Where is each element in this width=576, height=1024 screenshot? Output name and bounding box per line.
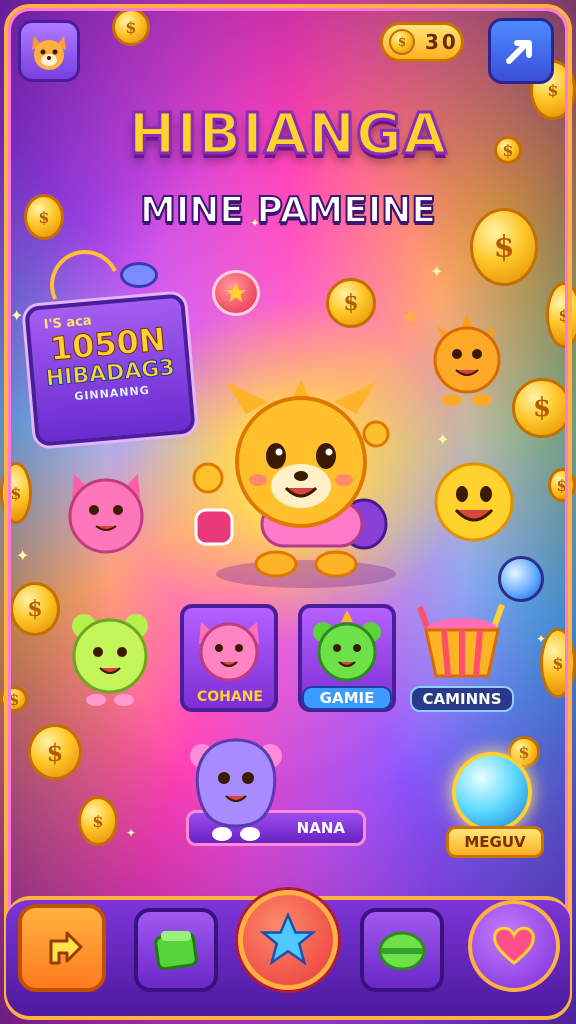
heart-icon: [493, 926, 535, 965]
share-button[interactable]: [488, 18, 554, 84]
profile-button[interactable]: [18, 20, 80, 82]
nav-button-blocks[interactable]: [134, 908, 218, 992]
purple-monster[interactable]: [186, 734, 286, 844]
game-title: HIBIANGA: [127, 101, 448, 169]
promo-disc-icon: [120, 262, 158, 288]
fox-face-icon: [32, 36, 66, 70]
pink-cat-icon: [199, 622, 259, 682]
gem-orb-icon[interactable]: [498, 556, 544, 602]
sun-creature: [433, 314, 501, 406]
nav-button-orb[interactable]: [360, 908, 444, 992]
green-orb-icon: [378, 931, 426, 971]
lime-creature: [72, 614, 148, 706]
game-card-label: COHANE: [196, 689, 263, 705]
coin-icon: $: [389, 29, 415, 55]
game-card-label: GAMIE: [302, 686, 392, 710]
game-subtitle: MINE PAMEINE: [139, 189, 437, 232]
nav-button-arrow[interactable]: [18, 904, 106, 992]
candy-bucket-icon[interactable]: [414, 600, 510, 680]
nav-button-heart[interactable]: [468, 900, 560, 992]
pink-creature: [68, 474, 144, 554]
green-block-icon: [154, 931, 198, 971]
arrow-out-icon: [506, 40, 532, 64]
crystal-gem-icon[interactable]: [452, 752, 532, 832]
green-bear-icon: [313, 610, 381, 682]
coin-count: 30: [425, 30, 459, 54]
promo-panel[interactable]: I'S aca 1050N HIBADAG3 GINNANNG: [24, 293, 196, 447]
star-badge[interactable]: [212, 270, 260, 316]
coin-counter[interactable]: $ 30: [380, 22, 464, 62]
arrow-icon: [49, 931, 83, 965]
main-mascot: [192, 380, 396, 588]
gem-label: MEGUV: [446, 826, 544, 858]
star-icon: [259, 911, 317, 966]
smiley-creature: [434, 462, 514, 542]
nav-button-star[interactable]: [238, 890, 338, 990]
game-card-label: CAMINNS: [410, 686, 514, 712]
star-icon: [226, 283, 246, 302]
game-screen: $ $ $ $ $ $ $ $ $ $ $ $ $ $ $ $ ✦ ✦ ◆ ✦ …: [0, 0, 576, 1024]
monster-label: NANA: [296, 819, 345, 837]
